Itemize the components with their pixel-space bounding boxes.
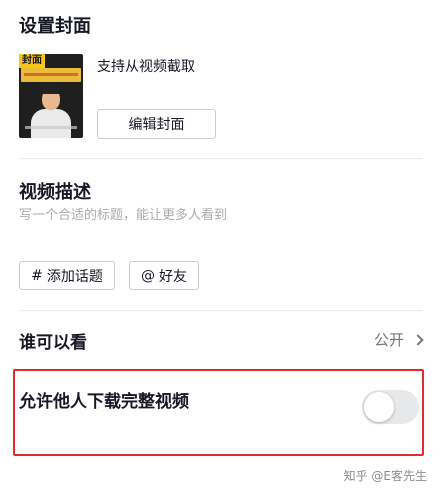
divider [19, 158, 422, 159]
allow-download-label: 允许他人下载完整视频 [19, 392, 189, 412]
description-input[interactable]: 写一个合适的标题，能让更多人看到 [19, 204, 227, 223]
cover-section-title: 设置封面 [19, 16, 91, 37]
edit-cover-button[interactable]: 编辑封面 [97, 109, 216, 139]
description-section-title: 视频描述 [19, 182, 91, 203]
add-topic-label: 添加话题 [46, 268, 103, 285]
visibility-selector[interactable]: 公开 [373, 329, 424, 350]
cover-person-hair [42, 86, 60, 94]
divider [19, 310, 422, 311]
cover-headline-band [21, 68, 81, 82]
mention-friend-button[interactable]: @ 好友 [129, 261, 199, 290]
toggle-knob [364, 392, 394, 422]
cover-thumbnail[interactable]: 封面 [19, 54, 83, 138]
allow-download-toggle[interactable] [362, 390, 419, 424]
chevron-right-icon [412, 334, 424, 346]
cover-caption-band [25, 126, 77, 129]
cover-support-text: 支持从视频截取 [97, 59, 195, 75]
visibility-value: 公开 [373, 331, 404, 349]
hash-icon: # [31, 267, 43, 284]
cover-tag-label: 封面 [19, 54, 45, 68]
cover-person-body [31, 109, 71, 138]
mention-friend-label: 好友 [159, 268, 187, 285]
add-topic-button[interactable]: # 添加话题 [19, 261, 115, 290]
at-icon: @ [141, 267, 155, 284]
visibility-label[interactable]: 谁可以看 [19, 328, 87, 353]
watermark-text: 知乎 @E客先生 [343, 469, 427, 483]
